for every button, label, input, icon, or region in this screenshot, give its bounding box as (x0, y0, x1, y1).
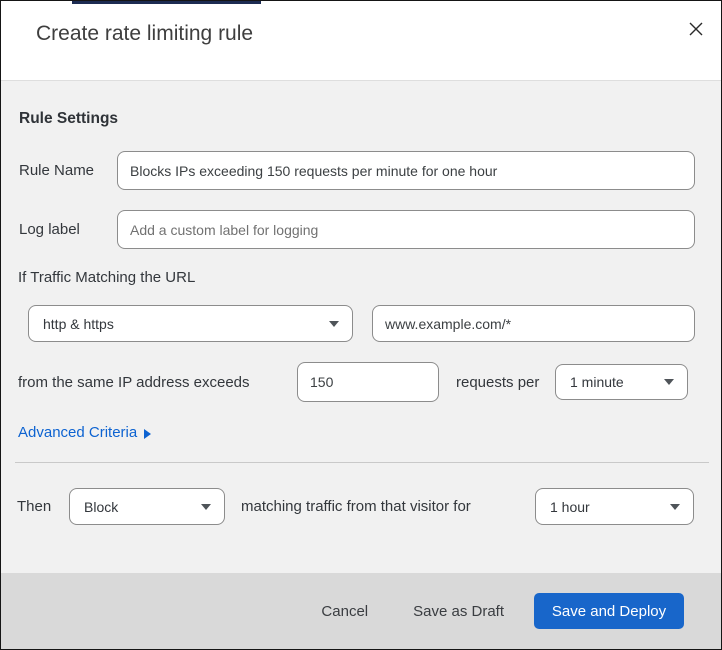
traffic-matching-heading: If Traffic Matching the URL (18, 269, 196, 286)
dialog-footer: Cancel Save as Draft Save and Deploy (1, 573, 721, 649)
rule-name-label: Rule Name (19, 162, 95, 179)
cancel-button[interactable]: Cancel (321, 603, 368, 620)
advanced-criteria-label: Advanced Criteria (18, 424, 138, 441)
rule-name-input[interactable] (117, 151, 695, 190)
rule-settings-heading: Rule Settings (19, 110, 119, 127)
top-accent-bar (72, 1, 261, 4)
duration-select[interactable]: 1 hour (535, 488, 694, 525)
period-select[interactable]: 1 minute (555, 364, 688, 400)
log-label-label: Log label (19, 221, 80, 238)
then-label: Then (17, 498, 52, 515)
scheme-select[interactable]: http & https (28, 305, 353, 342)
requests-per-text: requests per (456, 374, 540, 391)
close-button[interactable] (683, 17, 709, 43)
dialog-header: Create rate limiting rule (1, 1, 721, 81)
period-select-value: 1 minute (570, 374, 624, 390)
chevron-down-icon (670, 503, 680, 510)
scheme-select-value: http & https (43, 315, 114, 332)
advanced-criteria-link[interactable]: Advanced Criteria (18, 424, 152, 441)
expand-arrow-icon (144, 428, 152, 439)
log-label-input[interactable] (117, 210, 695, 249)
create-rate-limiting-rule-dialog: Create rate limiting rule Rule Settings … (0, 0, 722, 650)
chevron-down-icon (664, 379, 674, 385)
action-select-value: Block (84, 498, 119, 515)
save-as-draft-button[interactable]: Save as Draft (413, 603, 504, 620)
action-select[interactable]: Block (69, 488, 225, 525)
threshold-prefix-text: from the same IP address exceeds (18, 374, 250, 391)
chevron-down-icon (329, 320, 339, 327)
threshold-input[interactable] (297, 362, 439, 402)
close-icon (687, 20, 705, 41)
url-input[interactable] (372, 305, 695, 342)
dialog-title: Create rate limiting rule (36, 22, 254, 45)
matching-traffic-text: matching traffic from that visitor for (241, 498, 471, 515)
chevron-down-icon (201, 503, 211, 510)
save-and-deploy-button[interactable]: Save and Deploy (534, 593, 684, 629)
section-divider (15, 462, 709, 463)
duration-select-value: 1 hour (550, 498, 590, 515)
